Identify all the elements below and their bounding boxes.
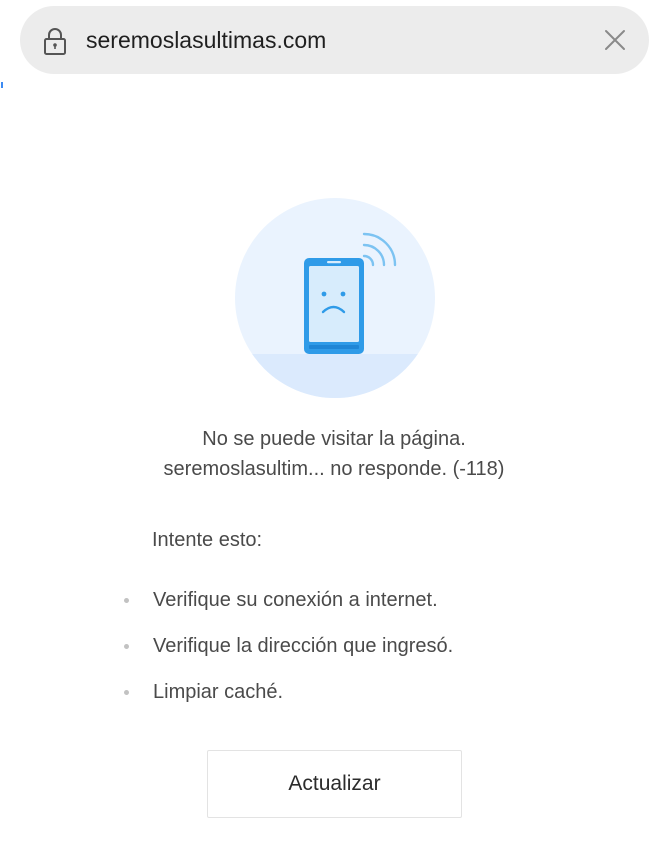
suggestion-text: Verifique su conexión a internet. [153,589,438,611]
url-text[interactable]: seremoslasultimas.com [86,26,326,54]
address-bar[interactable]: seremoslasultimas.com [20,6,649,74]
phone-sad-face-no-signal-icon [235,198,435,398]
close-icon[interactable] [603,28,627,52]
refresh-button[interactable]: Actualizar [207,750,462,818]
list-item: Limpiar caché. [0,678,668,724]
suggestions-list: Verifique su conexión a internet. Verifi… [0,586,668,724]
page-load-progress [1,82,3,88]
bullet-icon [124,690,129,695]
suggestion-text: Limpiar caché. [153,681,284,703]
list-item: Verifique la dirección que ingresó. [0,632,668,678]
lock-icon [42,26,68,56]
suggestion-text: Verifique la dirección que ingresó. [153,635,454,657]
error-detail: seremoslasultim... no responde. (-118) [163,458,505,480]
bullet-icon [124,598,129,603]
suggestions-heading: Intente esto: [152,529,263,551]
bullet-icon [124,644,129,649]
error-title: No se puede visitar la página. [202,428,466,450]
list-item: Verifique su conexión a internet. [0,586,668,632]
